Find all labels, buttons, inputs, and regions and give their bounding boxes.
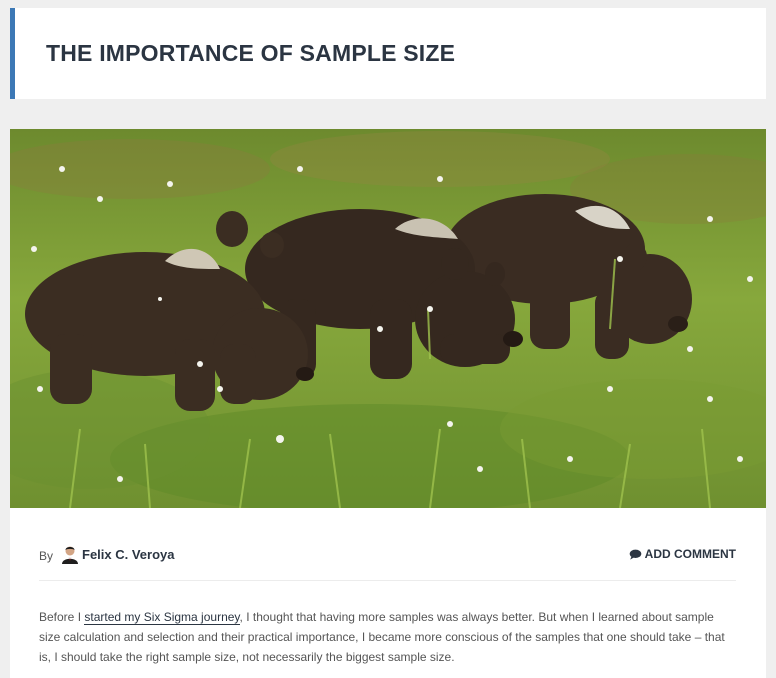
- author-link[interactable]: Felix C. Veroya: [82, 547, 175, 562]
- hero-image: [10, 129, 766, 508]
- by-label: By: [39, 549, 54, 563]
- page: THE IMPORTANCE OF SAMPLE SIZE By Felix C…: [0, 0, 776, 678]
- paragraph-text-before: Before I: [39, 610, 85, 624]
- page-title: THE IMPORTANCE OF SAMPLE SIZE: [46, 40, 456, 66]
- avatar-image: [61, 544, 79, 564]
- comment-icon: [629, 549, 642, 560]
- article-paragraph: Before I started my Six Sigma journey, I…: [39, 607, 736, 667]
- six-sigma-journey-link[interactable]: started my Six Sigma journey: [84, 610, 240, 625]
- post-card: By Felix C. Veroya ADD COMMENT Before I …: [10, 508, 766, 678]
- post-meta: By Felix C. Veroya ADD COMMENT: [39, 538, 736, 581]
- author-avatar[interactable]: [61, 544, 79, 564]
- title-card: THE IMPORTANCE OF SAMPLE SIZE: [10, 8, 766, 99]
- add-comment-button[interactable]: ADD COMMENT: [629, 547, 736, 561]
- add-comment-label: ADD COMMENT: [644, 547, 736, 561]
- bear-cubs-illustration: [10, 129, 766, 508]
